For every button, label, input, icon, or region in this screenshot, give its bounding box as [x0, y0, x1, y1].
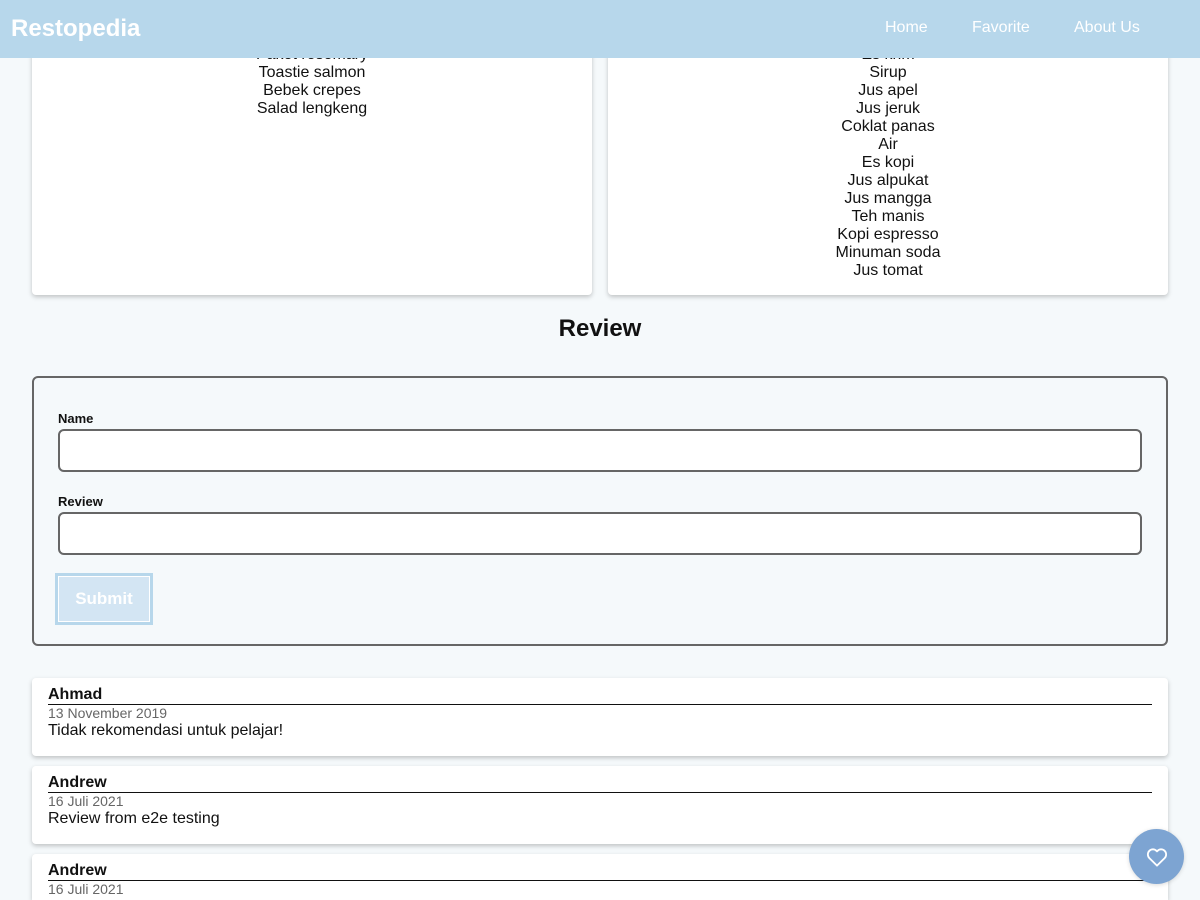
review-card: Andrew 16 Juli 2021 Review from e2e test… — [32, 766, 1168, 844]
drink-item: Jus jeruk — [855, 100, 921, 117]
name-input[interactable] — [58, 429, 1142, 472]
drink-item: Sirup — [869, 64, 907, 81]
drink-item: Jus alpukat — [847, 172, 929, 189]
drink-item: Teh manis — [851, 208, 925, 225]
food-item: Bebek crepes — [263, 82, 361, 99]
review-text: Tidak rekomendasi untuk pelajar! — [48, 722, 284, 739]
review-text: Review from e2e testing — [48, 810, 220, 827]
reviewer-name: Ahmad — [48, 686, 1152, 705]
restaurant-detail-page: Paket rosemary Toastie salmon Bebek crep… — [0, 0, 1200, 900]
drink-item: Jus apel — [858, 82, 918, 99]
review-field-label: Review — [58, 494, 103, 509]
nav-about-link[interactable]: About Us — [1074, 19, 1140, 37]
review-form: Name Review Submit — [32, 376, 1168, 646]
food-item: Toastie salmon — [258, 64, 366, 81]
review-input[interactable] — [58, 512, 1142, 555]
reviewer-name: Andrew — [48, 862, 1152, 881]
food-item: Salad lengkeng — [256, 100, 368, 117]
review-card: Andrew 16 Juli 2021 — [32, 854, 1168, 900]
drink-item: Es kopi — [861, 154, 915, 171]
drink-item: Jus mangga — [844, 190, 932, 207]
reviewer-name: Andrew — [48, 774, 1152, 793]
drink-item: Coklat panas — [841, 118, 935, 135]
name-field-label: Name — [58, 411, 94, 426]
drink-item: Air — [878, 136, 898, 153]
favorite-button[interactable] — [1129, 829, 1184, 884]
brand-logo[interactable]: Restopedia — [11, 15, 140, 43]
review-date: 13 November 2019 — [48, 705, 168, 721]
submit-button[interactable]: Submit — [55, 573, 153, 625]
drink-item: Minuman soda — [835, 244, 941, 261]
nav-favorite-link[interactable]: Favorite — [972, 19, 1030, 37]
drink-item: Kopi espresso — [837, 226, 939, 243]
drink-item: Jus tomat — [853, 262, 923, 279]
drink-menu-list: Es krim Sirup Jus apel Jus jeruk Coklat … — [608, 20, 1168, 280]
nav-home-link[interactable]: Home — [885, 19, 928, 37]
app-header: Restopedia Home Favorite About Us — [0, 0, 1200, 58]
food-menu-card: Paket rosemary Toastie salmon Bebek crep… — [32, 20, 592, 295]
review-card: Ahmad 13 November 2019 Tidak rekomendasi… — [32, 678, 1168, 756]
drink-menu-card: Es krim Sirup Jus apel Jus jeruk Coklat … — [608, 20, 1168, 295]
heart-outline-icon — [1146, 847, 1167, 867]
review-date: 16 Juli 2021 — [48, 793, 124, 809]
review-date: 16 Juli 2021 — [48, 881, 124, 897]
review-section-title: Review — [558, 315, 642, 342]
